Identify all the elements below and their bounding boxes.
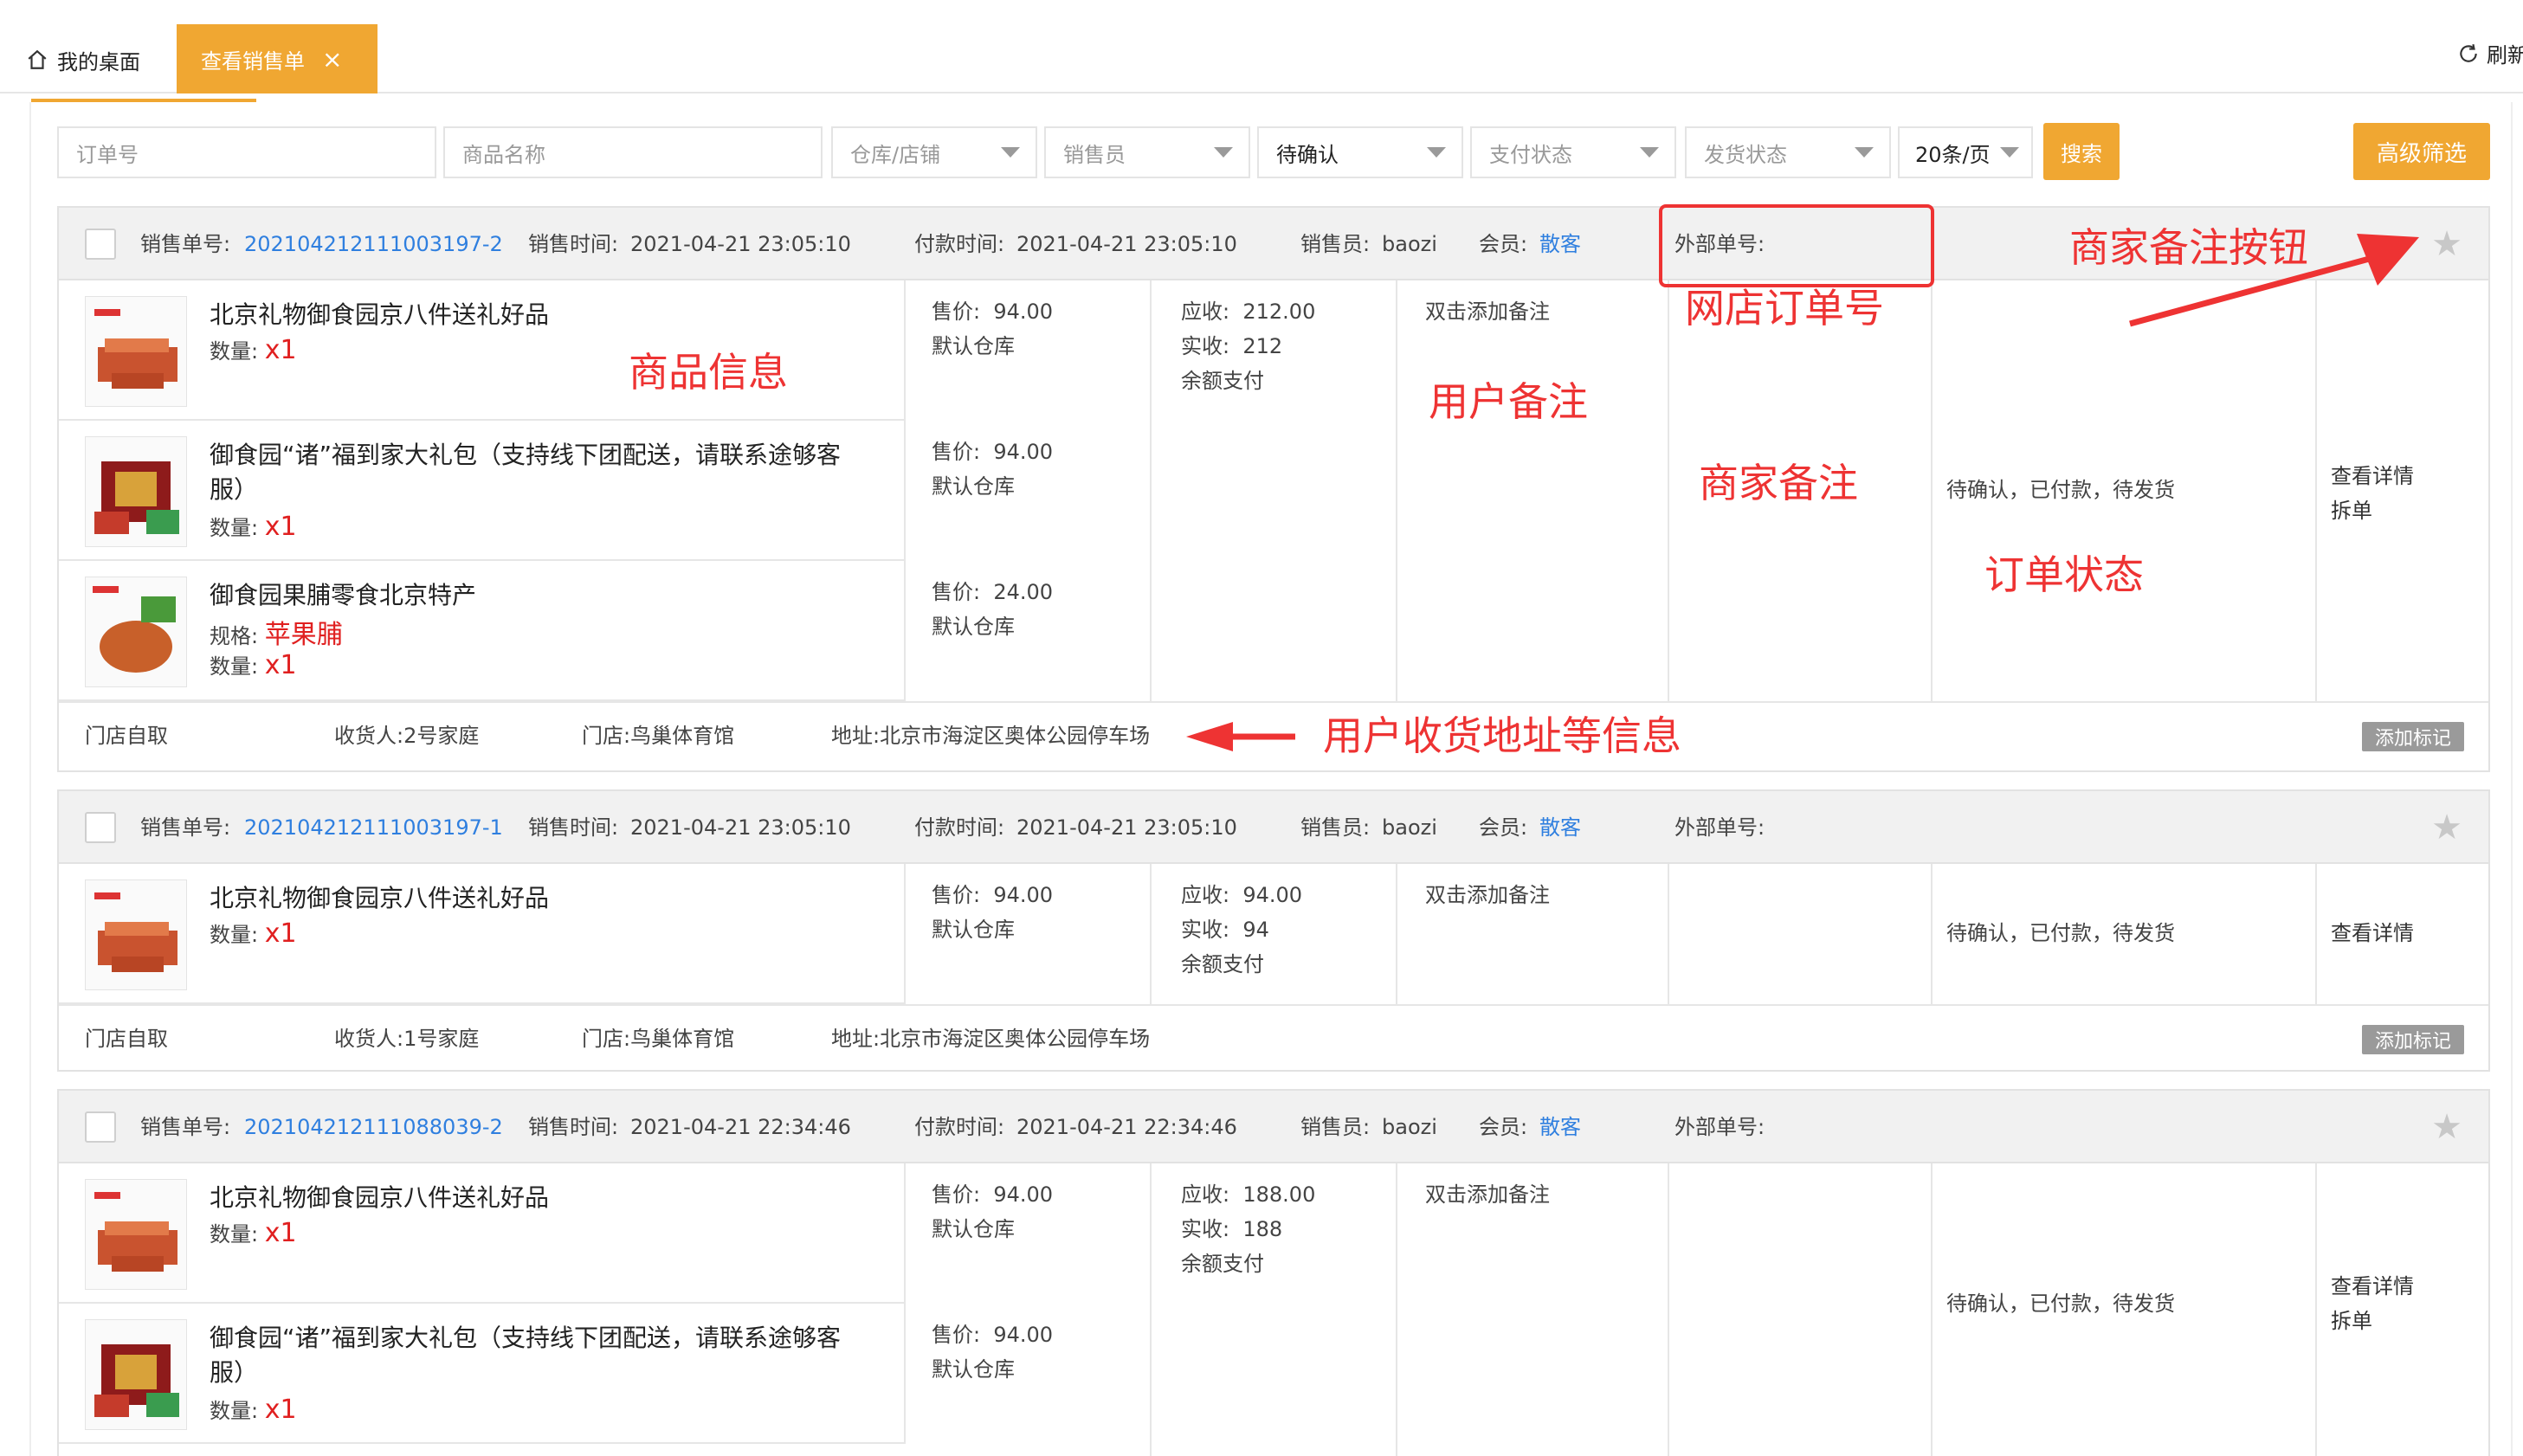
arrow-line [2129, 254, 2373, 327]
arrow-head [1186, 722, 1233, 751]
annotation-arrows [1186, 234, 2419, 751]
